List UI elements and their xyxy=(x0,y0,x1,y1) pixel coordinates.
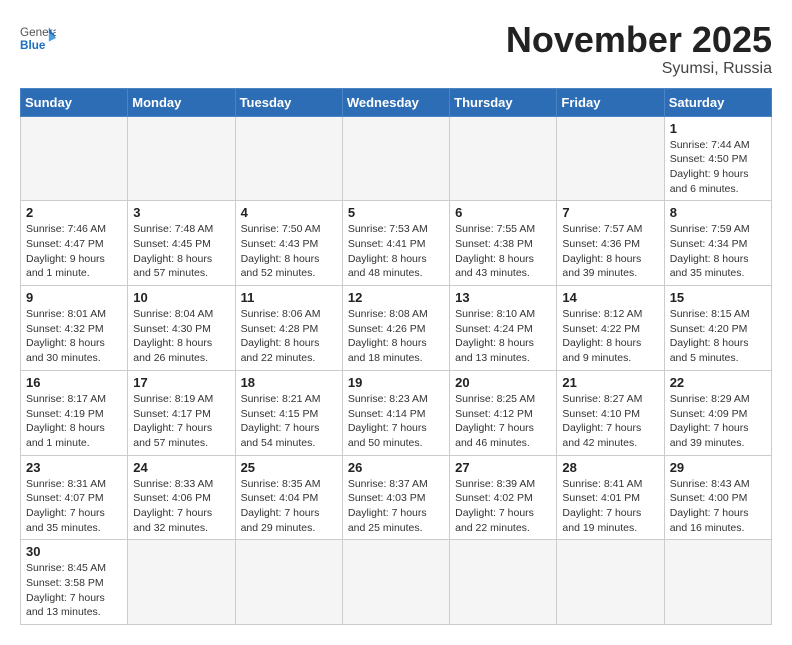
month-title: November 2025 xyxy=(506,20,772,60)
day-24: 24 Sunrise: 8:33 AMSunset: 4:06 PMDaylig… xyxy=(128,455,235,540)
week-row-5: 23 Sunrise: 8:31 AMSunset: 4:07 PMDaylig… xyxy=(21,455,772,540)
location-title: Syumsi, Russia xyxy=(506,60,772,78)
header: General Blue November 2025 Syumsi, Russi… xyxy=(20,20,772,78)
day-21: 21 Sunrise: 8:27 AMSunset: 4:10 PMDaylig… xyxy=(557,370,664,455)
week-row-3: 9 Sunrise: 8:01 AMSunset: 4:32 PMDayligh… xyxy=(21,286,772,371)
day-19: 19 Sunrise: 8:23 AMSunset: 4:14 PMDaylig… xyxy=(342,370,449,455)
header-sunday: Sunday xyxy=(21,88,128,116)
day-11: 11 Sunrise: 8:06 AMSunset: 4:28 PMDaylig… xyxy=(235,286,342,371)
header-monday: Monday xyxy=(128,88,235,116)
day-3: 3 Sunrise: 7:48 AMSunset: 4:45 PMDayligh… xyxy=(128,201,235,286)
empty-cell xyxy=(342,116,449,201)
day-12: 12 Sunrise: 8:08 AMSunset: 4:26 PMDaylig… xyxy=(342,286,449,371)
day-6: 6 Sunrise: 7:55 AMSunset: 4:38 PMDayligh… xyxy=(450,201,557,286)
day-29: 29 Sunrise: 8:43 AMSunset: 4:00 PMDaylig… xyxy=(664,455,771,540)
header-wednesday: Wednesday xyxy=(342,88,449,116)
day-20: 20 Sunrise: 8:25 AMSunset: 4:12 PMDaylig… xyxy=(450,370,557,455)
logo: General Blue xyxy=(20,20,56,56)
day-number-1: 1 xyxy=(670,121,766,136)
day-26: 26 Sunrise: 8:37 AMSunset: 4:03 PMDaylig… xyxy=(342,455,449,540)
day-5: 5 Sunrise: 7:53 AMSunset: 4:41 PMDayligh… xyxy=(342,201,449,286)
title-section: November 2025 Syumsi, Russia xyxy=(506,20,772,78)
day-14: 14 Sunrise: 8:12 AMSunset: 4:22 PMDaylig… xyxy=(557,286,664,371)
header-tuesday: Tuesday xyxy=(235,88,342,116)
header-thursday: Thursday xyxy=(450,88,557,116)
empty-cell xyxy=(235,116,342,201)
week-row-2: 2 Sunrise: 7:46 AMSunset: 4:47 PMDayligh… xyxy=(21,201,772,286)
day-13: 13 Sunrise: 8:10 AMSunset: 4:24 PMDaylig… xyxy=(450,286,557,371)
day-7: 7 Sunrise: 7:57 AMSunset: 4:36 PMDayligh… xyxy=(557,201,664,286)
day-22: 22 Sunrise: 8:29 AMSunset: 4:09 PMDaylig… xyxy=(664,370,771,455)
empty-cell xyxy=(128,116,235,201)
empty-cell xyxy=(450,116,557,201)
weekday-header-row: Sunday Monday Tuesday Wednesday Thursday… xyxy=(21,88,772,116)
day-8: 8 Sunrise: 7:59 AMSunset: 4:34 PMDayligh… xyxy=(664,201,771,286)
day-23: 23 Sunrise: 8:31 AMSunset: 4:07 PMDaylig… xyxy=(21,455,128,540)
day-25: 25 Sunrise: 8:35 AMSunset: 4:04 PMDaylig… xyxy=(235,455,342,540)
empty-cell xyxy=(557,116,664,201)
day-15: 15 Sunrise: 8:15 AMSunset: 4:20 PMDaylig… xyxy=(664,286,771,371)
day-28: 28 Sunrise: 8:41 AMSunset: 4:01 PMDaylig… xyxy=(557,455,664,540)
day-10: 10 Sunrise: 8:04 AMSunset: 4:30 PMDaylig… xyxy=(128,286,235,371)
calendar: Sunday Monday Tuesday Wednesday Thursday… xyxy=(20,88,772,626)
svg-text:Blue: Blue xyxy=(20,39,46,52)
day-2: 2 Sunrise: 7:46 AMSunset: 4:47 PMDayligh… xyxy=(21,201,128,286)
empty-cell xyxy=(21,116,128,201)
header-friday: Friday xyxy=(557,88,664,116)
day-18: 18 Sunrise: 8:21 AMSunset: 4:15 PMDaylig… xyxy=(235,370,342,455)
day-1: 1 Sunrise: 7:44 AM Sunset: 4:50 PM Dayli… xyxy=(664,116,771,201)
week-row-4: 16 Sunrise: 8:17 AMSunset: 4:19 PMDaylig… xyxy=(21,370,772,455)
day-4: 4 Sunrise: 7:50 AMSunset: 4:43 PMDayligh… xyxy=(235,201,342,286)
day-27: 27 Sunrise: 8:39 AMSunset: 4:02 PMDaylig… xyxy=(450,455,557,540)
day-9: 9 Sunrise: 8:01 AMSunset: 4:32 PMDayligh… xyxy=(21,286,128,371)
day-16: 16 Sunrise: 8:17 AMSunset: 4:19 PMDaylig… xyxy=(21,370,128,455)
day-17: 17 Sunrise: 8:19 AMSunset: 4:17 PMDaylig… xyxy=(128,370,235,455)
header-saturday: Saturday xyxy=(664,88,771,116)
logo-icon: General Blue xyxy=(20,20,56,56)
week-row-1: 1 Sunrise: 7:44 AM Sunset: 4:50 PM Dayli… xyxy=(21,116,772,201)
day-info-1: Sunrise: 7:44 AM Sunset: 4:50 PM Dayligh… xyxy=(670,138,766,197)
